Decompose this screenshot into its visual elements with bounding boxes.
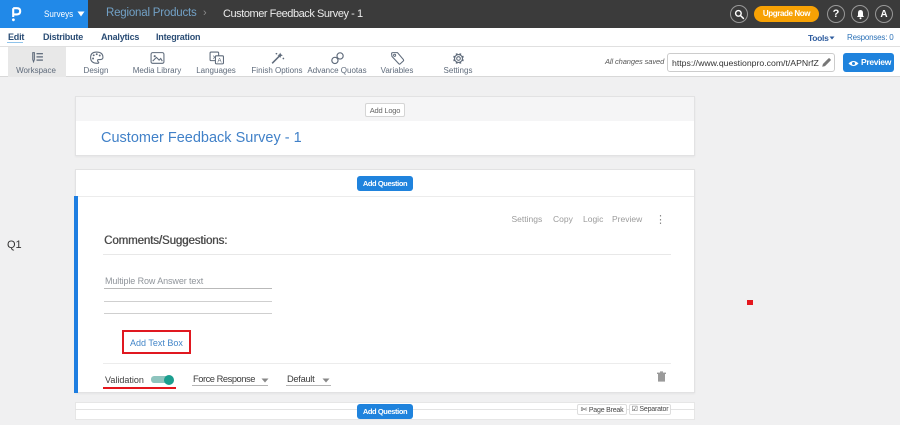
svg-text:A: A — [217, 57, 222, 64]
